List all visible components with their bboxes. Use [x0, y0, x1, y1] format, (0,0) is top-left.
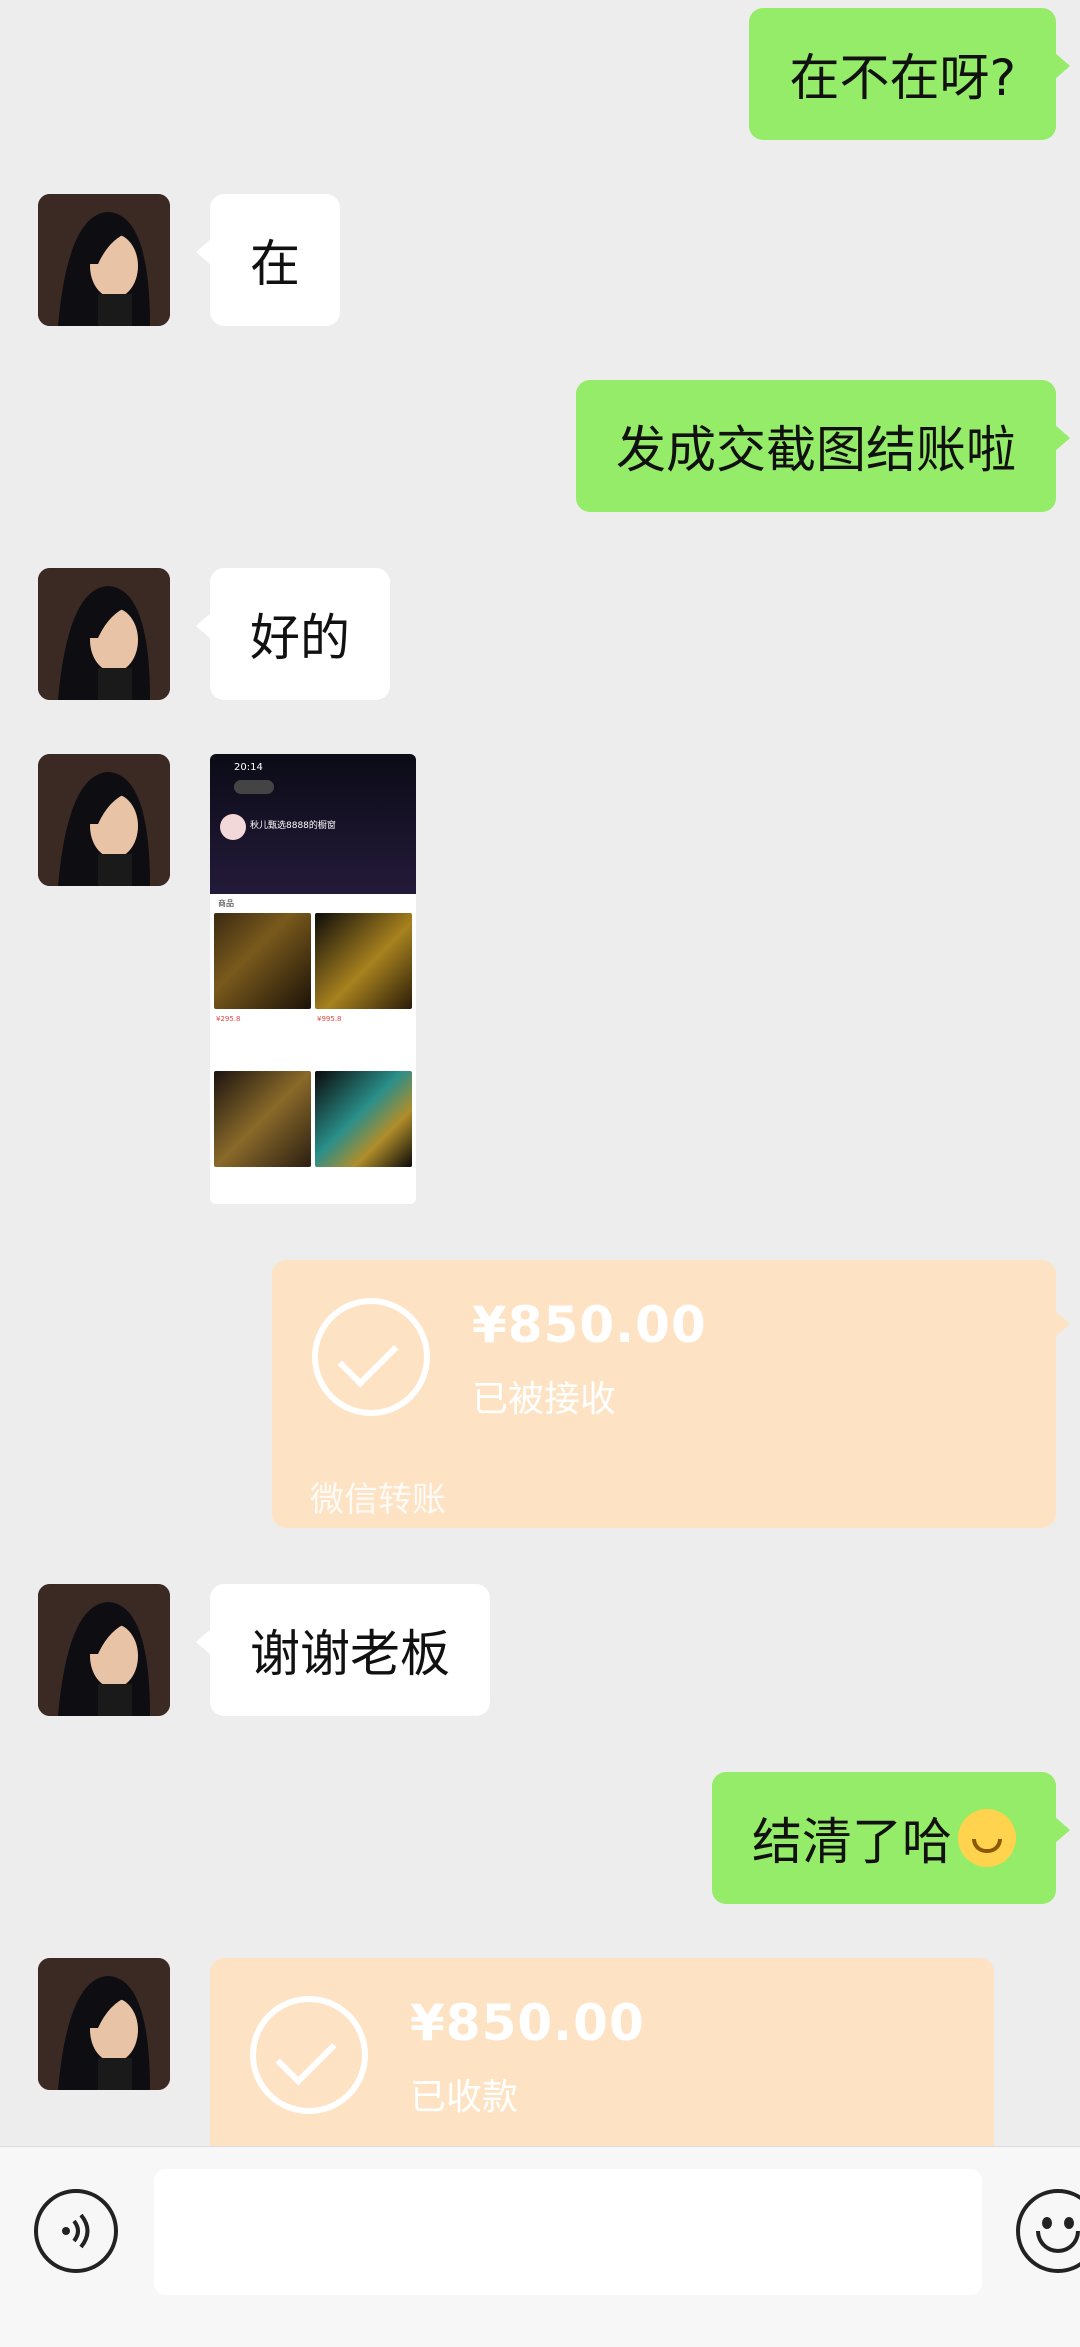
message-text: 好的 [250, 609, 350, 667]
screenshot-shop-avatar [220, 814, 246, 840]
incoming-message[interactable]: 在 [196, 194, 340, 326]
check-circle-icon [250, 1996, 368, 2114]
contact-avatar[interactable] [38, 754, 170, 886]
chat-input-bar [0, 2146, 1080, 2347]
voice-icon[interactable] [34, 2189, 118, 2273]
screenshot-tab-goods: 商品 [218, 899, 234, 908]
screenshot-time: 20:14 [234, 762, 263, 773]
message-text: 发成交截图结账啦 [616, 421, 1016, 479]
transfer-card-received[interactable]: ¥850.00 已收款 [210, 1958, 994, 2158]
screenshot-search-pill [234, 780, 274, 794]
message-text: 在 [250, 235, 300, 293]
transfer-brand: 微信转账 [310, 1480, 446, 1520]
product-image [214, 1071, 311, 1167]
product-caption: ¥995.8 [315, 1013, 412, 1067]
product-price: ¥295.8 [216, 1015, 241, 1023]
image-message-screenshot[interactable]: 20:14 秋儿甄选8888的橱窗 商品 ¥295.8 ¥995.8 [210, 754, 416, 1204]
product-image [214, 913, 311, 1009]
message-text: 结清了哈 [752, 1813, 952, 1871]
transfer-amount: ¥850.00 [472, 1296, 707, 1354]
avatar-image [38, 754, 170, 886]
transfer-status: 已收款 [410, 2077, 519, 2118]
check-circle-icon [312, 1298, 430, 1416]
smiling-face-emoji-icon [958, 1809, 1016, 1867]
outgoing-message[interactable]: 在不在呀? [749, 8, 1070, 140]
incoming-message[interactable]: 谢谢老板 [196, 1584, 490, 1716]
product-image [315, 1071, 412, 1167]
outgoing-message[interactable]: 发成交截图结账啦 [576, 380, 1070, 512]
transfer-status: 已被接收 [472, 1379, 617, 1420]
transfer-amount: ¥850.00 [410, 1994, 645, 2052]
message-text: 在不在呀? [789, 49, 1016, 107]
screenshot-shop-name: 秋儿甄选8888的橱窗 [250, 821, 336, 831]
avatar-image [38, 1584, 170, 1716]
screenshot-tabs: 商品 [210, 894, 416, 913]
outgoing-message[interactable]: 结清了哈 [712, 1772, 1070, 1904]
avatar-image [38, 568, 170, 700]
product-image [315, 913, 412, 1009]
incoming-message[interactable]: 好的 [196, 568, 390, 700]
screenshot-header: 20:14 秋儿甄选8888的橱窗 [210, 754, 416, 894]
emoji-icon[interactable] [1016, 2189, 1080, 2273]
contact-avatar[interactable] [38, 568, 170, 700]
message-input[interactable] [154, 2169, 982, 2295]
contact-avatar[interactable] [38, 1584, 170, 1716]
avatar-image [38, 194, 170, 326]
transfer-card-sent[interactable]: ¥850.00 已被接收 微信转账 [272, 1260, 1070, 1528]
emoji-mouth [1036, 2231, 1080, 2253]
screenshot-product-grid: ¥295.8 ¥995.8 [210, 913, 416, 1167]
product-caption: ¥295.8 [214, 1013, 311, 1067]
product-price: ¥995.8 [317, 1015, 342, 1023]
message-text: 谢谢老板 [250, 1625, 450, 1683]
voice-waves-icon [62, 2213, 90, 2249]
contact-avatar[interactable] [38, 1958, 170, 2090]
contact-avatar[interactable] [38, 194, 170, 326]
avatar-image [38, 1958, 170, 2090]
